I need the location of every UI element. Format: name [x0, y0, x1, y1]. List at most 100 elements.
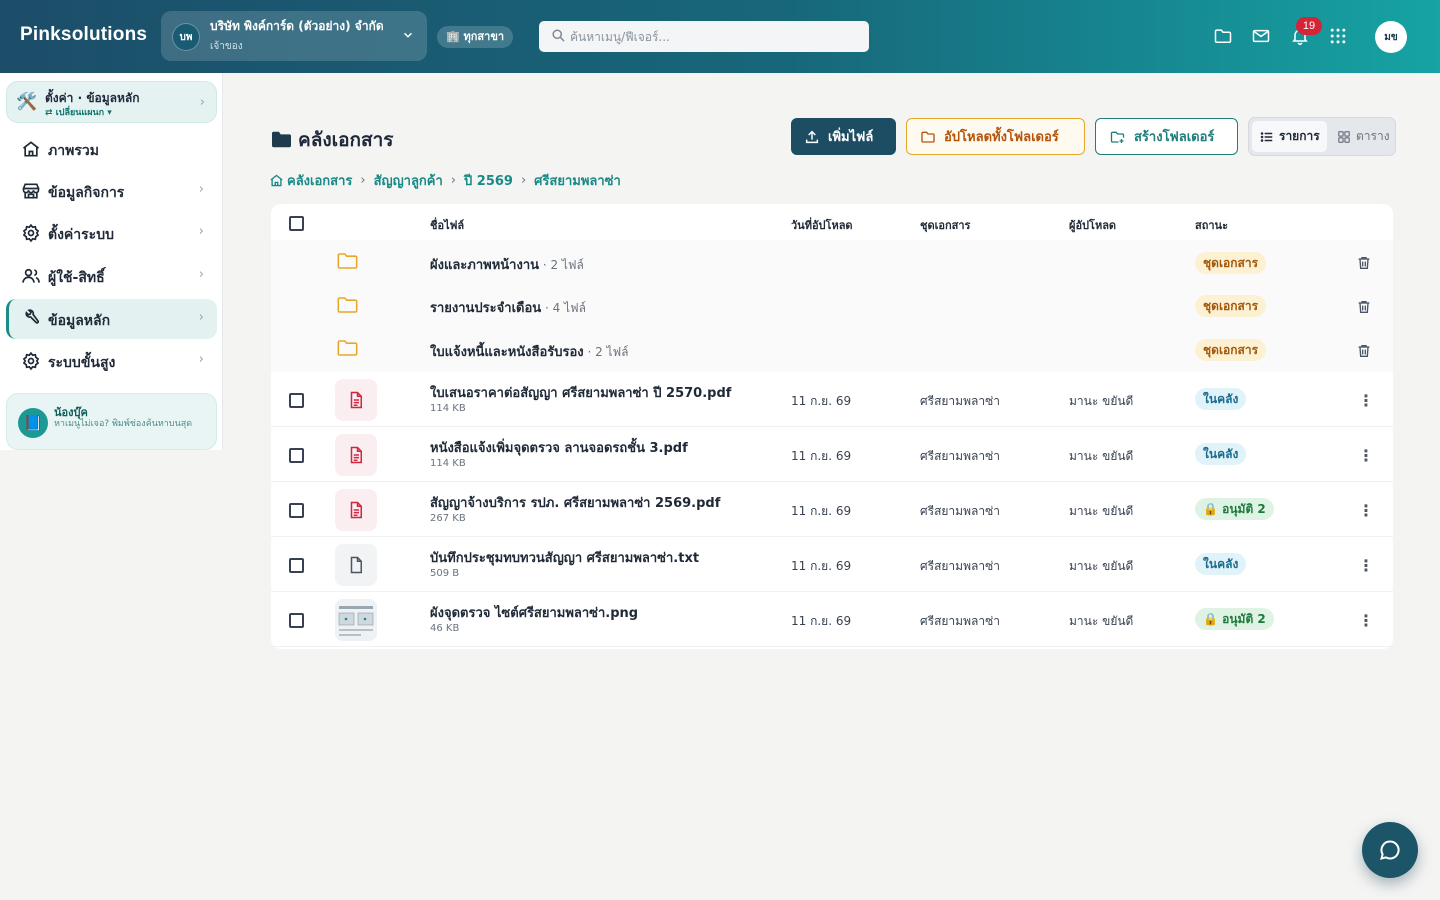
file-name[interactable]: บันทึกประชุมทบทวนสัญญา ศรีสยามพลาซ่า.txt — [430, 547, 699, 568]
document-set: ศรีสยามพลาซ่า — [920, 449, 1000, 463]
file-size: 114 KB — [430, 403, 466, 414]
file-name[interactable]: ผังจุดตรวจ ไซต์ศรีสยามพลาซ่า.png — [430, 602, 638, 623]
file-row[interactable]: บันทึกประชุมทบทวนสัญญา ศรีสยามพลาซ่า.txt… — [271, 537, 1393, 592]
status-badge: ในคลัง — [1195, 553, 1247, 575]
document-set: ศรีสยามพลาซ่า — [920, 504, 1000, 518]
users-icon — [22, 268, 40, 283]
view-toggle: รายการ ตาราง — [1248, 117, 1396, 156]
apps-grid-icon[interactable] — [1328, 26, 1348, 46]
sidebar-item-advanced-system[interactable]: ระบบขั้นสูง › — [6, 341, 217, 381]
upload-date: 11 ก.ย. 69 — [791, 394, 852, 408]
column-header-date[interactable]: วันที่อัปโหลด — [791, 216, 853, 234]
folder-name[interactable]: รายงานประจำเดือน · 4 ไฟล์ — [430, 297, 586, 318]
document-set: ศรีสยามพลาซ่า — [920, 614, 1000, 628]
file-thumb — [335, 379, 377, 421]
file-thumb — [335, 489, 377, 531]
column-header-name[interactable]: ชื่อไฟล์ — [430, 216, 464, 234]
company-switcher[interactable]: บพ บริษัท พิงค์การ์ด (ตัวอย่าง) จำกัด เจ… — [161, 11, 427, 61]
status-badge: ชุดเอกสาร — [1195, 252, 1267, 274]
trash-icon[interactable] — [1356, 343, 1372, 359]
list-view-label: รายการ — [1279, 129, 1320, 143]
more-vertical-icon[interactable]: ⋮ — [1358, 558, 1374, 574]
folder-icon — [337, 340, 358, 356]
breadcrumb-item[interactable]: สัญญาลูกค้า — [374, 170, 443, 191]
document-set: ศรีสยามพลาซ่า — [920, 394, 1000, 408]
row-checkbox[interactable] — [289, 448, 304, 463]
more-vertical-icon[interactable]: ⋮ — [1358, 503, 1374, 519]
file-name[interactable]: สัญญาจ้างบริการ รปภ. ศรีสยามพลาซ่า 2569.… — [430, 492, 720, 513]
sidebar-item-business-info[interactable]: ข้อมูลกิจการ › — [6, 171, 217, 211]
assistant-helper-card[interactable]: 📘 น้องบุ๊ค หาเมนูไม่เจอ? พิมพ์ช่องค้นหาบ… — [6, 393, 217, 450]
row-checkbox[interactable] — [289, 393, 304, 408]
folder-row[interactable]: รายงานประจำเดือน · 4 ไฟล์ ชุดเอกสาร — [271, 284, 1393, 328]
file-name[interactable]: หนังสือแจ้งเพิ่มจุดตรวจ ลานจอดรถชั้น 3.p… — [430, 437, 688, 458]
folder-icon — [921, 131, 935, 143]
department-switcher[interactable]: 🛠️ ตั้งค่า · ข้อมูลหลัก ⇄ เปลี่ยนแผนก ▾ … — [6, 81, 217, 123]
image-thumbnail — [335, 599, 377, 641]
file-row[interactable]: สัญญาจ้างบริการ รปภ. ศรีสยามพลาซ่า 2569.… — [271, 482, 1393, 537]
add-file-label: เพิ่มไฟล์ — [828, 130, 874, 145]
trash-icon[interactable] — [1356, 255, 1372, 271]
folder-name[interactable]: ใบแจ้งหนี้และหนังสือรับรอง · 2 ไฟล์ — [430, 341, 628, 362]
folder-row[interactable]: ผังและภาพหน้างาน · 2 ไฟล์ ชุดเอกสาร — [271, 240, 1393, 284]
sidebar-item-users-permissions[interactable]: ผู้ใช้-สิทธิ์ › — [6, 256, 217, 296]
sidebar-item-label: ข้อมูลหลัก — [48, 313, 111, 329]
sidebar-item-label: ตั้งค่าระบบ — [48, 227, 114, 243]
chat-button[interactable] — [1362, 822, 1418, 878]
folder-row[interactable]: ใบแจ้งหนี้และหนังสือรับรอง · 2 ไฟล์ ชุดเ… — [271, 328, 1393, 372]
breadcrumb-item[interactable]: ปี 2569 — [464, 170, 513, 191]
more-vertical-icon[interactable]: ⋮ — [1358, 448, 1374, 464]
file-name[interactable]: ใบเสนอราคาต่อสัญญา ศรีสยามพลาซ่า ปี 2570… — [430, 382, 731, 403]
create-folder-button[interactable]: สร้างโฟลเดอร์ — [1095, 118, 1238, 155]
file-size: 114 KB — [430, 458, 466, 469]
file-size: 46 KB — [430, 623, 460, 634]
document-set: ศรีสยามพลาซ่า — [920, 559, 1000, 573]
column-header-uploader[interactable]: ผู้อัปโหลด — [1069, 216, 1116, 234]
status-badge: ชุดเอกสาร — [1195, 295, 1267, 317]
more-vertical-icon[interactable]: ⋮ — [1358, 393, 1374, 409]
file-row[interactable]: ผังจุดตรวจ ไซต์ศรีสยามพลาซ่า.png 46 KB 1… — [271, 592, 1393, 647]
store-icon — [22, 183, 40, 199]
mail-icon[interactable] — [1251, 26, 1271, 46]
status-badge: ในคลัง — [1195, 388, 1247, 410]
page-title: คลังเอกสาร — [271, 125, 394, 155]
search-input[interactable]: ค้นหาเมนู/ฟีเจอร์... — [539, 21, 869, 52]
book-icon: 📘 — [18, 408, 48, 438]
folder-name[interactable]: ผังและภาพหน้างาน · 2 ไฟล์ — [430, 254, 584, 275]
chevron-right-icon: › — [198, 352, 204, 367]
search-icon — [552, 29, 565, 42]
add-file-button[interactable]: เพิ่มไฟล์ — [791, 118, 896, 155]
column-header-status[interactable]: สถานะ — [1195, 216, 1228, 234]
sidebar-item-master-data[interactable]: ข้อมูลหลัก › — [6, 299, 217, 339]
brand-logo[interactable]: Pinksolutions — [20, 24, 147, 46]
sidebar-item-overview[interactable]: ภาพรวม — [6, 129, 217, 169]
tools-icon: 🛠️ — [16, 92, 38, 112]
upload-date: 11 ก.ย. 69 — [791, 449, 852, 463]
user-avatar[interactable]: มข — [1375, 21, 1407, 53]
folder-icon[interactable] — [1213, 26, 1233, 46]
file-row[interactable]: หนังสือแจ้งเพิ่มจุดตรวจ ลานจอดรถชั้น 3.p… — [271, 427, 1393, 482]
text-file-icon — [350, 556, 362, 574]
list-view-button[interactable]: รายการ — [1252, 121, 1327, 152]
upload-date: 11 ก.ย. 69 — [791, 614, 852, 628]
upload-date: 11 ก.ย. 69 — [791, 504, 852, 518]
file-row[interactable]: ใบเสนอราคาต่อสัญญา ศรีสยามพลาซ่า ปี 2570… — [271, 372, 1393, 427]
more-vertical-icon[interactable]: ⋮ — [1358, 613, 1374, 629]
trash-icon[interactable] — [1356, 299, 1372, 315]
upload-folder-label: อัปโหลดทั้งโฟลเดอร์ — [944, 130, 1059, 145]
row-checkbox[interactable] — [289, 503, 304, 518]
branch-selector[interactable]: 🏢 ทุกสาขา — [437, 26, 514, 48]
row-checkbox[interactable] — [289, 613, 304, 628]
notification-badge: 19 — [1296, 17, 1322, 35]
breadcrumb-item[interactable]: คลังเอกสาร — [287, 170, 352, 191]
chat-bubble-icon — [1380, 840, 1400, 860]
switch-department-link[interactable]: ⇄ เปลี่ยนแผนก ▾ — [45, 105, 112, 119]
breadcrumb-item[interactable]: ศรีสยามพลาซ่า — [534, 170, 621, 191]
row-checkbox[interactable] — [289, 558, 304, 573]
select-all-checkbox[interactable] — [289, 216, 304, 231]
chevron-down-icon — [403, 32, 413, 38]
sidebar-item-system-settings[interactable]: ตั้งค่าระบบ › — [6, 213, 217, 253]
grid-view-button[interactable]: ตาราง — [1329, 121, 1393, 152]
upload-folder-button[interactable]: อัปโหลดทั้งโฟลเดอร์ — [906, 118, 1085, 155]
column-header-set[interactable]: ชุดเอกสาร — [920, 216, 970, 234]
